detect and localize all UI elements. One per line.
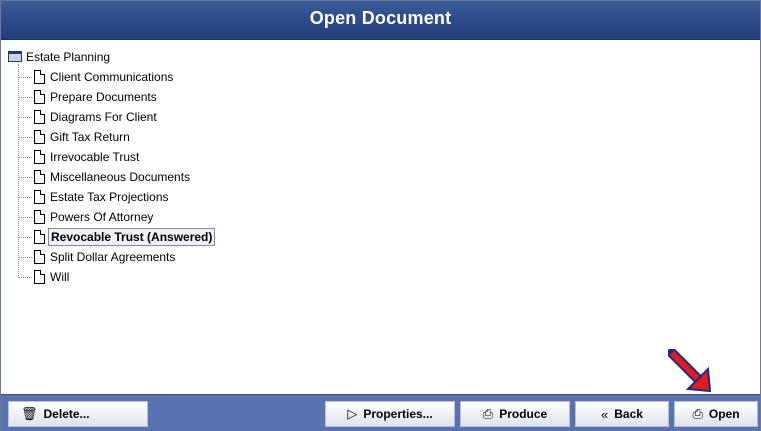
open-icon: ⎙ <box>692 406 703 421</box>
document-icon <box>34 90 45 104</box>
document-icon <box>34 270 45 284</box>
tree-item-label: Gift Tax Return <box>50 130 130 144</box>
tree-item-label: Will <box>50 270 70 284</box>
properties-icon: ▷ <box>347 406 358 421</box>
document-icon <box>34 230 45 244</box>
tree-item-label: Irrevocable Trust <box>50 150 140 164</box>
produce-button[interactable]: ⎙ Produce <box>460 401 570 427</box>
tree-branch-line <box>18 97 32 98</box>
tree-item-label: Diagrams For Client <box>50 110 157 124</box>
open-document-dialog: Open Document Estate Planning Client Com… <box>0 0 761 431</box>
tree-item-label: Estate Tax Projections <box>50 190 169 204</box>
trash-icon: 🗑 <box>21 406 38 421</box>
document-icon <box>34 150 45 164</box>
tree-branch-line <box>18 137 32 138</box>
title-bar: Open Document <box>1 1 760 40</box>
back-button-label: Back <box>614 407 643 421</box>
back-arrow-icon: « <box>601 406 609 422</box>
properties-button[interactable]: ▷ Properties... <box>325 401 455 427</box>
button-bar: 🗑 Delete... ▷ Properties... ⎙ Produce « … <box>1 394 760 431</box>
document-tree: Estate Planning Client Communications Pr… <box>7 48 747 388</box>
tree-branch-line <box>18 77 32 78</box>
document-icon <box>34 130 45 144</box>
tree-item-label: Miscellaneous Documents <box>50 170 191 184</box>
annotation-arrow-icon <box>668 349 712 393</box>
document-icon <box>34 70 45 84</box>
document-icon <box>34 210 45 224</box>
dialog-title: Open Document <box>309 8 452 28</box>
document-icon <box>34 190 45 204</box>
tree-root-label: Estate Planning <box>26 50 111 64</box>
open-button-label: Open <box>708 407 740 421</box>
back-button[interactable]: « Back <box>575 401 669 427</box>
open-button[interactable]: ⎙ Open <box>674 401 758 427</box>
tree-branch-line <box>18 257 32 258</box>
tree-branch-line <box>18 117 32 118</box>
produce-button-label: Produce <box>499 407 548 421</box>
tree-item-label: Powers Of Attorney <box>50 210 154 224</box>
tree-item-label: Split Dollar Agreements <box>50 250 176 264</box>
tree-item-label: Revocable Trust (Answered) <box>48 228 216 246</box>
tree-branch-line <box>18 217 32 218</box>
properties-button-label: Properties... <box>363 407 433 421</box>
tree-branch-line <box>18 237 32 238</box>
folder-icon <box>8 51 22 62</box>
tree-item-label: Prepare Documents <box>50 90 157 104</box>
tree-branch-line <box>18 277 32 278</box>
tree-branch-line <box>18 157 32 158</box>
document-icon <box>34 170 45 184</box>
tree-branch-line <box>18 177 32 178</box>
delete-button-label: Delete... <box>43 407 90 421</box>
tree-item-label: Client Communications <box>50 70 174 84</box>
document-icon <box>34 250 45 264</box>
document-icon <box>34 110 45 124</box>
tree-branch-line <box>18 197 32 198</box>
printer-icon: ⎙ <box>482 406 494 421</box>
delete-button[interactable]: 🗑 Delete... <box>8 401 148 427</box>
